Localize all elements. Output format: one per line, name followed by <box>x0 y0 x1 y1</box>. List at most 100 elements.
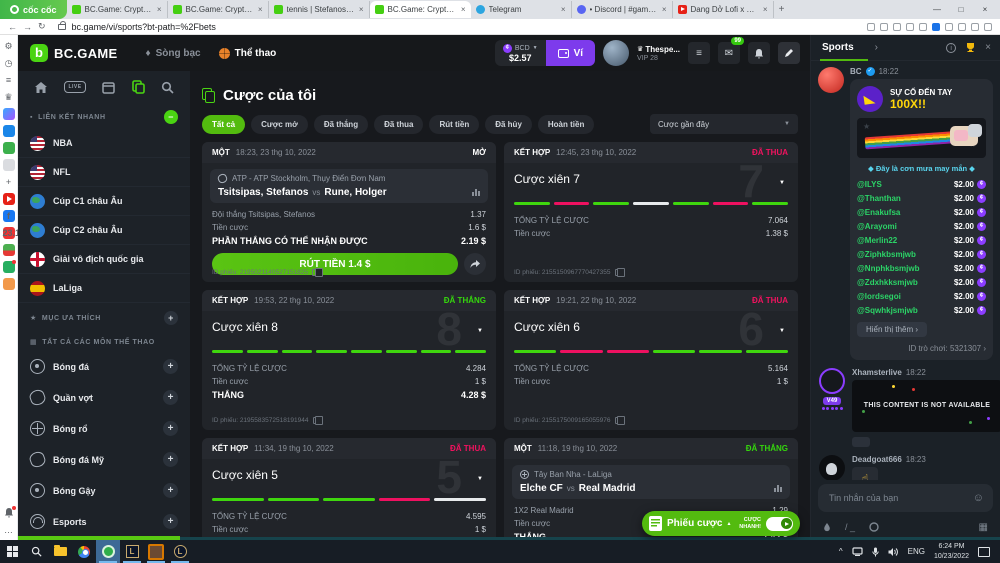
filter-refund[interactable]: Hoàn tiền <box>538 115 594 134</box>
expand-icon[interactable]: + <box>163 359 178 374</box>
browser-tab[interactable]: BC.Game: Crypto Casino × <box>67 1 168 18</box>
tab-close-icon[interactable]: × <box>157 5 162 14</box>
winner-name[interactable]: @Arayomi <box>857 222 897 231</box>
tray-expand-icon[interactable]: ^ <box>839 547 843 556</box>
bcgame-logo[interactable]: b BC.GAME <box>30 44 118 62</box>
reload-button[interactable]: ↻ <box>38 21 46 32</box>
taskbar-search-button[interactable] <box>24 540 48 563</box>
profile-icon[interactable] <box>971 23 979 31</box>
sidebar-item-basketball[interactable]: Bóng rổ+ <box>18 413 190 444</box>
extension-icon[interactable] <box>945 23 953 31</box>
copy-icon[interactable] <box>615 417 621 424</box>
expand-icon[interactable]: + <box>163 452 178 467</box>
sidebar-item-nfl[interactable]: NFL <box>18 158 190 187</box>
filter-won[interactable]: Đã thắng <box>314 115 368 134</box>
keyboard-icon[interactable]: ▦ <box>979 522 988 533</box>
chat-rules-icon[interactable]: / _ <box>845 522 855 532</box>
browser-tab[interactable]: • Discord | #games | × <box>572 1 673 18</box>
copy-icon[interactable] <box>615 269 621 276</box>
reading-list-icon[interactable]: ≡ <box>3 74 15 86</box>
trophy-icon[interactable] <box>965 42 976 53</box>
tab-close-icon[interactable]: × <box>662 5 667 14</box>
filter-lost[interactable]: Đã thua <box>374 115 423 134</box>
show-more-button[interactable]: Hiển thị thêm › <box>857 322 927 337</box>
bookmark-star-icon[interactable] <box>906 23 914 31</box>
crown-icon[interactable]: ♛ <box>3 91 15 103</box>
extension-icon[interactable] <box>919 23 927 31</box>
filter-cancelled[interactable]: Đã hủy <box>485 115 532 134</box>
search-icon[interactable] <box>161 81 174 94</box>
url-text[interactable]: bc.game/vi/sports?bt-path=%2Fbets <box>72 22 216 32</box>
expand-caret-icon[interactable]: ▼ <box>779 180 785 186</box>
bc-avatar[interactable] <box>818 67 844 93</box>
tab-close-icon[interactable]: × <box>763 5 768 14</box>
winner-name[interactable]: @Ziphkbsmjwb <box>857 250 916 259</box>
extension-icon[interactable] <box>958 23 966 31</box>
chat-tab-sports[interactable]: Sports <box>820 35 868 61</box>
match-box[interactable]: Tây Ban Nha - LaLiga Elche CF vs Real Ma… <box>512 465 790 499</box>
browser-tab[interactable]: tennis | Stefanos Tsitsipa × <box>269 1 370 18</box>
back-button[interactable]: ← <box>8 22 17 32</box>
close-chat-icon[interactable]: × <box>985 42 991 53</box>
zalo-icon[interactable] <box>3 125 15 137</box>
winner-name[interactable]: @Merlin22 <box>857 236 897 245</box>
shopping-cart-icon[interactable] <box>3 278 15 290</box>
microphone-icon[interactable] <box>872 547 879 557</box>
copy-icon[interactable] <box>312 269 318 276</box>
active-app-icon[interactable] <box>144 540 168 563</box>
sidebar-item-laliga[interactable]: LaLiga <box>18 274 190 303</box>
nav-sports[interactable]: Thể thao <box>219 48 277 59</box>
maximize-button[interactable]: □ <box>950 5 972 14</box>
coccoc-taskbar-icon[interactable] <box>96 540 120 563</box>
sidebar-item-national-league[interactable]: Giải vô địch quốc gia <box>18 245 190 274</box>
sender-name[interactable]: BC <box>850 67 862 76</box>
expand-icon[interactable]: + <box>163 514 178 529</box>
extension-icon[interactable] <box>880 23 888 31</box>
inbox-button[interactable]: ✉ 99 <box>718 42 740 64</box>
facebook-icon[interactable]: f <box>3 210 15 222</box>
chrome-icon[interactable] <box>72 540 96 563</box>
sidebar-item-cricket[interactable]: Bóng Gậy+ <box>18 475 190 506</box>
winner-name[interactable]: @Thanthan <box>857 194 901 203</box>
collapse-quick-links-button[interactable]: − <box>164 110 178 124</box>
nav-casino[interactable]: ♦ Sòng bạc <box>146 48 201 59</box>
network-icon[interactable] <box>852 547 863 556</box>
reaction-stub[interactable] <box>852 437 870 447</box>
browser-tab[interactable]: BC.Game: Crypto Casino × <box>168 1 269 18</box>
bet-slip-button[interactable]: Phiếu cược ▴ CƯỢC NHANH! <box>642 511 800 536</box>
forward-button[interactable]: → <box>23 22 32 32</box>
sender-name[interactable]: Deadgoat666 <box>852 455 902 464</box>
user-avatar[interactable] <box>819 368 845 394</box>
expand-caret-icon[interactable]: ▼ <box>779 328 785 334</box>
league-game-icon[interactable]: L <box>168 540 192 563</box>
browser-tab[interactable]: Telegram × <box>471 1 572 18</box>
winner-name[interactable]: @ILYS <box>857 180 882 189</box>
more-icon[interactable]: … <box>3 524 15 536</box>
games-icon[interactable] <box>3 142 15 154</box>
winner-name[interactable]: @Zdxhkksmjwb <box>857 278 918 287</box>
messenger-icon[interactable] <box>3 108 15 120</box>
winner-name[interactable]: @lordsegoi <box>857 292 901 301</box>
info-icon[interactable]: i <box>946 43 956 53</box>
user-avatar[interactable] <box>603 40 629 66</box>
user-avatar[interactable] <box>819 455 845 480</box>
game-id-link[interactable]: ID trò chơi: 5321307 › <box>857 344 986 353</box>
emoji-picker-icon[interactable]: ☺ <box>973 492 984 504</box>
gift-icon[interactable] <box>3 244 15 256</box>
league-client-icon[interactable]: L <box>120 540 144 563</box>
history-icon[interactable]: ◷ <box>3 57 15 69</box>
balance-selector[interactable]: ¢ BCD ▼ $2.57 <box>495 40 546 66</box>
match-box[interactable]: ATP - ATP Stockholm, Thụy Điển Đơn Nam T… <box>210 169 488 203</box>
action-center-icon[interactable] <box>978 547 990 557</box>
expand-caret-icon[interactable]: ▼ <box>477 328 483 334</box>
youtube-icon[interactable] <box>3 193 15 205</box>
sidebar-item-nba[interactable]: NBA <box>18 129 190 158</box>
chat-toggle-button[interactable] <box>778 42 800 64</box>
browser-tab[interactable]: Dang Dở Lofi x Thói tình × <box>673 1 774 18</box>
stats-icon[interactable] <box>774 485 782 492</box>
extension-icon[interactable] <box>893 23 901 31</box>
sidebar-item-tennis[interactable]: Quần vợt+ <box>18 382 190 413</box>
chat-app-icon[interactable] <box>3 261 15 273</box>
language-indicator[interactable]: ENG <box>908 547 925 556</box>
filter-open[interactable]: Cược mở <box>251 115 308 134</box>
